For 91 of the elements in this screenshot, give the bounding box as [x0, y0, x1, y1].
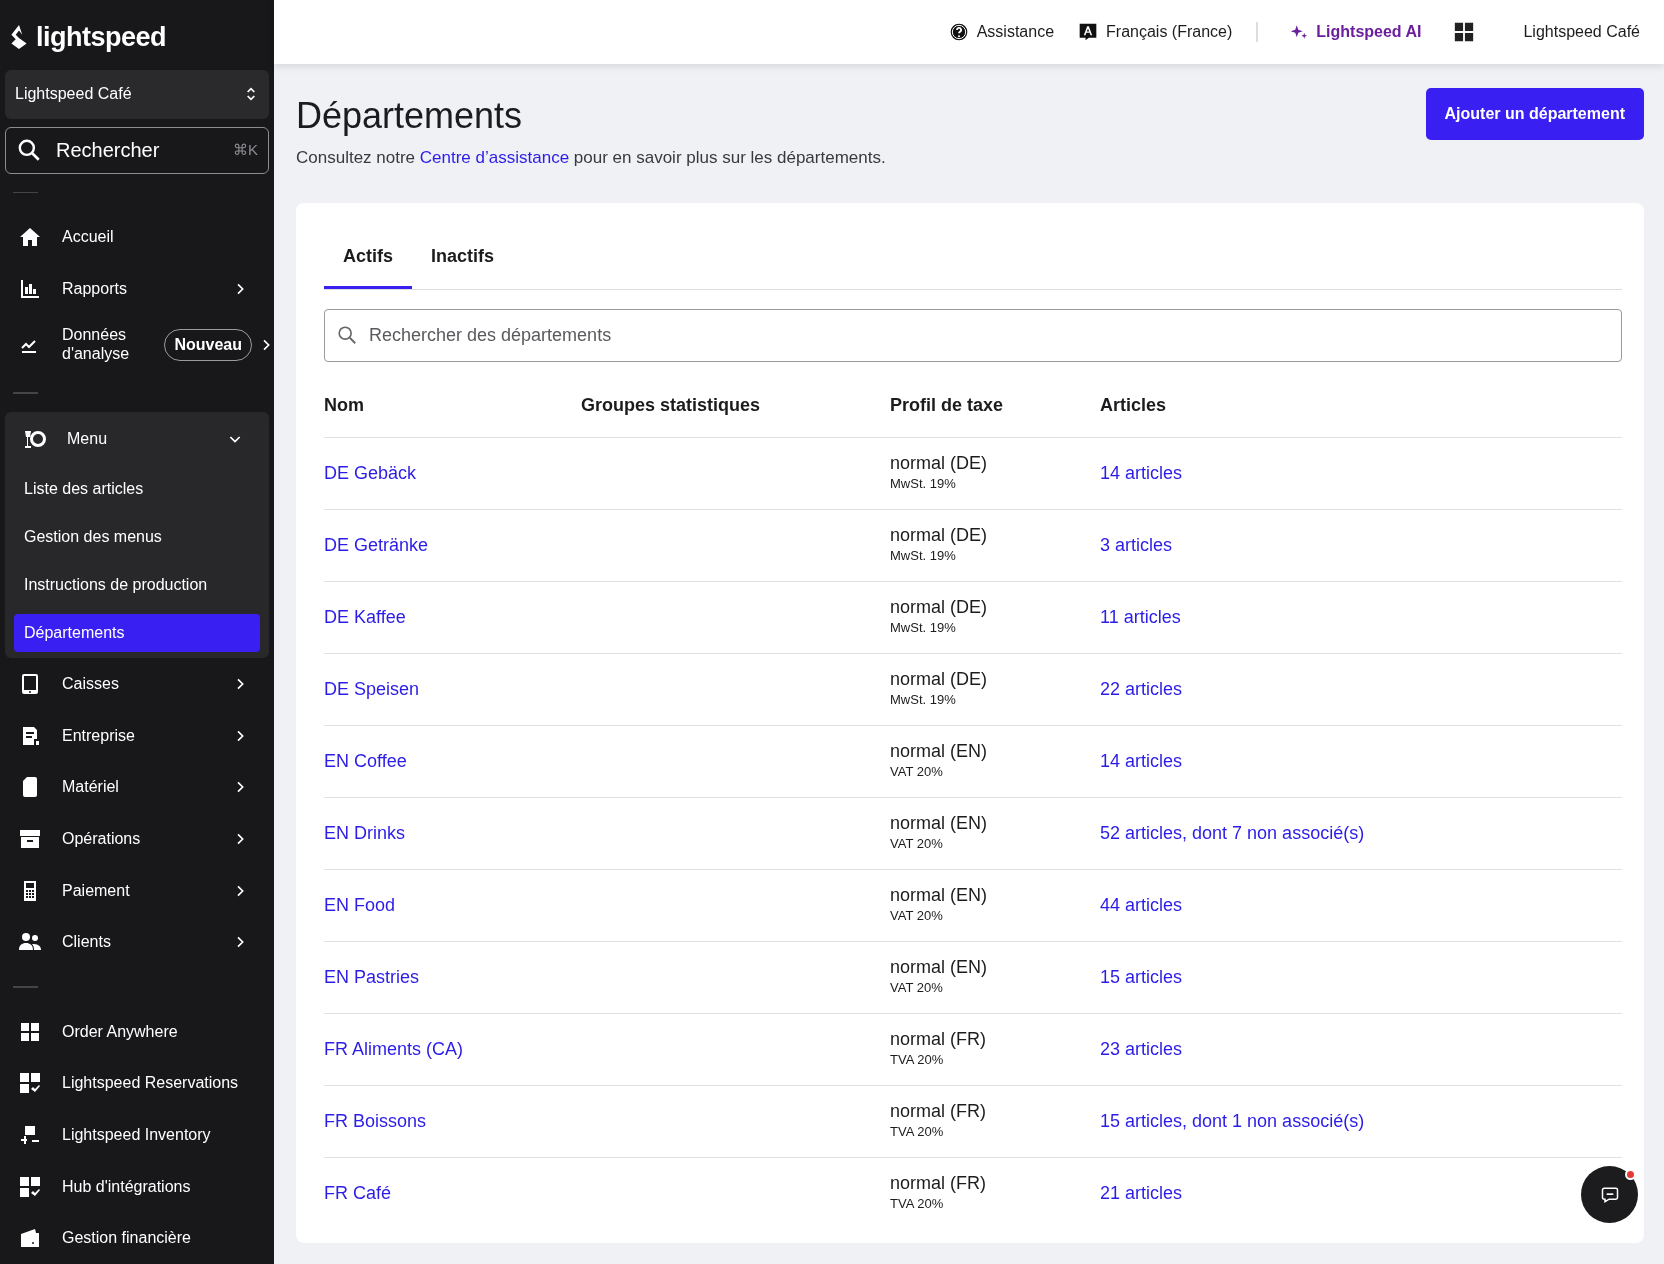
sidebar-subitem[interactable]: Liste des articles — [14, 465, 260, 514]
department-link[interactable]: DE Gebäck — [324, 459, 417, 487]
sidebar-item[interactable]: Clients — [0, 916, 274, 969]
logo-text: lightspeed — [36, 20, 166, 54]
account-menu[interactable]: Lightspeed Café — [1523, 20, 1640, 44]
articles-link[interactable]: 44 articles — [1100, 891, 1183, 919]
page-title: Départements — [296, 94, 524, 138]
column-header: Articles — [1100, 393, 1168, 417]
tax-rate: TVA 20% — [890, 1123, 944, 1142]
sidebar-item[interactable]: Hub d'intégrations — [0, 1160, 274, 1213]
tax-rate: VAT 20% — [890, 835, 943, 854]
department-link[interactable]: DE Speisen — [324, 675, 420, 703]
chat-icon — [1599, 1185, 1620, 1206]
tax-rate: MwSt. 19% — [890, 691, 956, 710]
articles-link[interactable]: 52 articles, dont 7 non associé(s) — [1100, 819, 1365, 847]
articles-link[interactable]: 23 articles — [1100, 1035, 1183, 1063]
articles-link[interactable]: 15 articles, dont 1 non associé(s) — [1100, 1107, 1365, 1135]
tax-rate: MwSt. 19% — [890, 619, 956, 638]
location-selector[interactable]: Lightspeed Café — [5, 70, 269, 119]
tax-profile: normal (FR) — [890, 1172, 986, 1195]
tax-profile: normal (EN) — [890, 740, 987, 763]
sidebar-item[interactable]: Rapports — [0, 263, 274, 315]
translate-icon — [1078, 22, 1099, 42]
department-link[interactable]: DE Getränke — [324, 531, 429, 559]
articles-link[interactable]: 11 articles — [1100, 603, 1181, 631]
tax-profile: normal (DE) — [890, 668, 987, 691]
tax-rate: VAT 20% — [890, 763, 943, 782]
tax-rate: TVA 20% — [890, 1195, 944, 1214]
department-link[interactable]: DE Kaffee — [324, 603, 406, 631]
sidebar-item[interactable]: Gestion financière — [0, 1212, 274, 1264]
apps-button[interactable] — [1453, 21, 1476, 43]
tax-profile: normal (EN) — [890, 812, 987, 835]
sidebar-subitem[interactable]: Gestion des menus — [14, 513, 260, 562]
column-header: Profil de taxe — [890, 393, 1005, 417]
search-field[interactable]: Rechercher des départements — [324, 308, 1622, 362]
sidebar-item[interactable]: Opérations — [0, 813, 274, 865]
ai-link[interactable]: Lightspeed AI — [1290, 20, 1422, 44]
sidebar-item[interactable]: Menu — [5, 412, 269, 466]
tax-rate: VAT 20% — [890, 907, 943, 926]
tax-rate: VAT 20% — [890, 979, 943, 998]
tax-profile: normal (EN) — [890, 956, 987, 979]
search-icon — [336, 323, 358, 346]
sidebar-item[interactable]: Lightspeed Reservations — [0, 1057, 274, 1110]
column-header: Groupes statistiques — [581, 393, 762, 417]
department-link[interactable]: EN Food — [324, 891, 396, 919]
sidebar-item[interactable]: Matériel — [0, 761, 274, 814]
grid-icon — [1453, 21, 1476, 43]
tax-rate: MwSt. 19% — [890, 547, 956, 566]
sidebar-subitem[interactable]: Instructions de production — [14, 561, 260, 610]
sidebar-item[interactable]: Paiement — [0, 864, 274, 917]
department-link[interactable]: EN Drinks — [324, 819, 405, 847]
help-center-link[interactable]: Centre d’assistance — [419, 148, 570, 168]
sidebar-item[interactable]: Order Anywhere — [0, 1006, 274, 1058]
department-link[interactable]: FR Café — [324, 1179, 392, 1207]
tax-profile: normal (DE) — [890, 524, 987, 547]
tax-profile: normal (FR) — [890, 1100, 986, 1123]
articles-link[interactable]: 14 articles — [1100, 459, 1183, 487]
articles-link[interactable]: 22 articles — [1100, 675, 1183, 703]
tax-rate: TVA 20% — [890, 1051, 944, 1070]
help-text: Consultez notre Centre d’assistance pour en savoir plus sur les départements. — [296, 147, 886, 170]
column-header: Nom — [324, 393, 365, 417]
articles-link[interactable]: 3 articles — [1100, 531, 1173, 559]
tax-profile: normal (DE) — [890, 452, 987, 475]
articles-link[interactable]: 14 articles — [1100, 747, 1183, 775]
sidebar-item[interactable]: Caisses — [0, 658, 274, 710]
sidebar-subitem[interactable]: Départements — [14, 614, 260, 653]
department-link[interactable]: FR Aliments (CA) — [324, 1035, 464, 1063]
tax-profile: normal (DE) — [890, 596, 987, 619]
sidebar-item[interactable]: Accueil — [0, 211, 274, 264]
grid-check-icon — [18, 1071, 42, 1096]
articles-link[interactable]: 21 articles — [1100, 1179, 1183, 1207]
language-selector[interactable]: Français (France) — [1078, 20, 1233, 44]
department-link[interactable]: EN Coffee — [324, 747, 407, 775]
sparkle-icon — [1290, 23, 1309, 41]
sidebar-item[interactable]: Lightspeed Inventory — [0, 1109, 274, 1161]
articles-link[interactable]: 15 articles — [1100, 963, 1183, 991]
tax-profile: normal (FR) — [890, 1028, 986, 1051]
tax-rate: MwSt. 19% — [890, 475, 956, 494]
tab[interactable]: Actifs — [324, 228, 412, 289]
department-link[interactable]: EN Pastries — [324, 963, 420, 991]
help-icon — [948, 22, 969, 42]
add-department-button[interactable]: Ajouter un département — [1425, 88, 1644, 140]
grid-check-icon — [18, 1174, 42, 1199]
search-field[interactable]: Rechercher ⌘K — [5, 126, 269, 174]
sidebar-item[interactable]: Entreprise — [0, 709, 274, 762]
shortcut-hint: ⌘K — [233, 139, 258, 160]
tab[interactable]: Inactifs — [412, 228, 514, 289]
department-link[interactable]: FR Boissons — [324, 1107, 427, 1135]
help-link[interactable]: Assistance — [948, 20, 1055, 44]
tax-profile: normal (EN) — [890, 884, 987, 907]
sidebar-item[interactable]: Données d'analyse Nouveau — [0, 318, 274, 371]
